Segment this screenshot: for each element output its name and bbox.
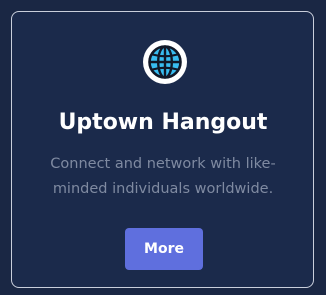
- card-description: Connect and network with like-minded ind…: [50, 156, 276, 197]
- more-button[interactable]: More: [125, 228, 203, 270]
- globe-icon: [143, 40, 187, 84]
- card-title: Uptown Hangout: [58, 110, 268, 135]
